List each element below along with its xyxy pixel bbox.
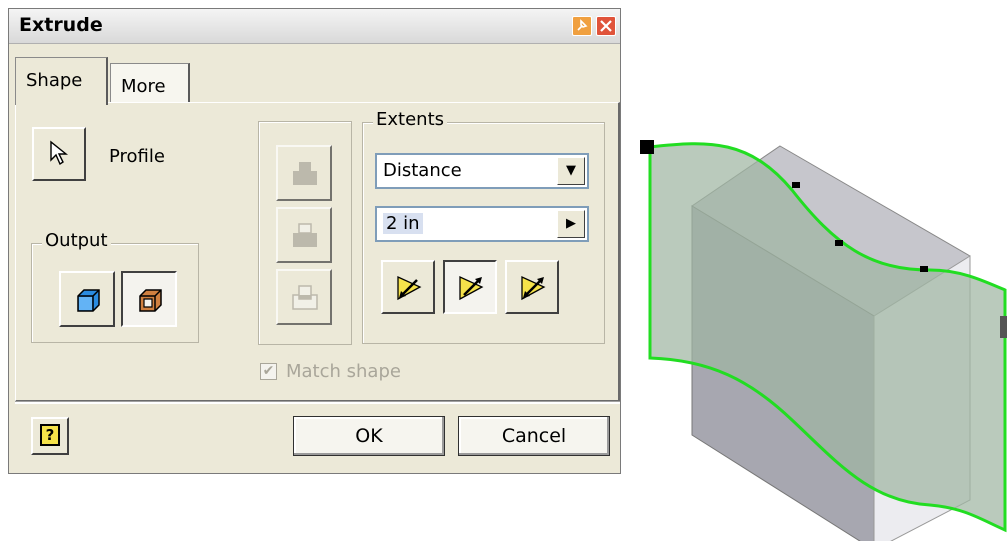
symmetric-icon — [521, 275, 546, 301]
intersect-button[interactable] — [276, 269, 332, 325]
profile-button[interactable] — [32, 127, 86, 181]
surface-output-button[interactable] — [121, 271, 177, 327]
intersect-icon — [292, 285, 318, 310]
extents-label: Extents — [373, 109, 448, 130]
ok-button[interactable]: OK — [293, 416, 445, 456]
profile-label: Profile — [109, 146, 165, 167]
checkbox-box[interactable]: ✔ — [260, 363, 277, 380]
tab-more-label: More — [121, 76, 166, 97]
extrude-dialog: Extrude Shape More Profile Output Extent… — [8, 8, 621, 474]
help-button[interactable]: ? — [31, 417, 69, 455]
distance-input[interactable]: 2 in ▶ — [375, 206, 589, 242]
extents-type-value: Distance — [383, 160, 462, 181]
cursor-arrow-icon — [50, 140, 68, 166]
solid-output-button[interactable] — [59, 271, 115, 327]
join-icon — [293, 162, 317, 185]
distance-value: 2 in — [383, 213, 423, 234]
expand-arrow-icon[interactable]: ▶ — [557, 210, 585, 238]
direction-1-button[interactable] — [381, 260, 435, 314]
model-viewport — [640, 140, 1007, 541]
tab-shape[interactable]: Shape — [15, 57, 108, 105]
direction-1-icon — [397, 275, 422, 301]
dialog-title: Extrude — [19, 14, 103, 36]
symmetric-button[interactable] — [505, 260, 559, 314]
title-bar[interactable]: Extrude — [9, 9, 620, 44]
cut-button[interactable] — [276, 207, 332, 263]
cancel-button[interactable]: Cancel — [458, 416, 610, 456]
tab-row: Shape More — [9, 43, 620, 105]
direction-2-button[interactable] — [443, 260, 497, 314]
surface-output-icon — [139, 289, 162, 312]
tab-shape-label: Shape — [26, 70, 83, 91]
footer-separator — [15, 401, 620, 404]
dropdown-arrow-icon[interactable]: ▼ — [557, 157, 585, 185]
solid-output-icon — [77, 289, 100, 312]
output-label: Output — [42, 230, 111, 251]
match-shape-label: Match shape — [286, 361, 401, 382]
extents-type-select[interactable]: Distance ▼ — [375, 153, 589, 189]
tab-more[interactable]: More — [110, 63, 190, 103]
join-button[interactable] — [276, 145, 332, 201]
close-icon[interactable] — [596, 16, 616, 36]
cut-icon — [293, 223, 317, 247]
pin-icon[interactable] — [572, 16, 592, 36]
help-icon: ? — [40, 424, 60, 446]
direction-2-icon — [459, 275, 484, 301]
